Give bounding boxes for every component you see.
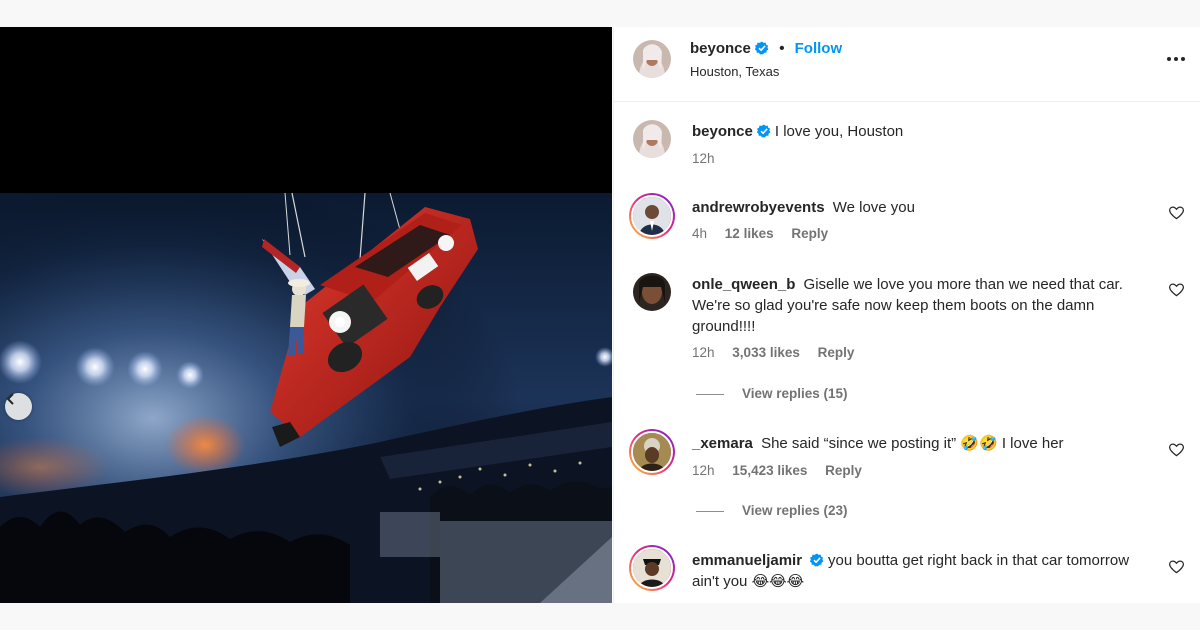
comment-username[interactable]: _xemara bbox=[692, 435, 753, 452]
comment-item: andrewrobyevents We love you 4h 12 likes… bbox=[614, 187, 1200, 257]
caption-text: I love you, Houston bbox=[774, 123, 904, 140]
view-replies-label: View replies (15) bbox=[742, 386, 848, 401]
avatar-image bbox=[633, 273, 671, 311]
caption-time[interactable]: 12h bbox=[692, 151, 715, 166]
separator-dot: • bbox=[779, 40, 785, 57]
comment-username[interactable]: onle_qween_b bbox=[692, 276, 795, 293]
like-heart-icon[interactable] bbox=[1169, 560, 1184, 574]
view-replies-label: View replies (23) bbox=[742, 503, 848, 518]
commenter-avatar[interactable] bbox=[633, 273, 671, 311]
reply-button[interactable]: Reply bbox=[818, 345, 855, 360]
author-avatar[interactable] bbox=[633, 40, 671, 78]
author-username[interactable]: beyonce bbox=[690, 40, 751, 57]
comment-meta: 12h 3,033 likes Reply bbox=[692, 345, 868, 360]
post-caption: beyonce I love you, Houston 12h bbox=[614, 111, 1200, 181]
instagram-post-dialog: beyonce • Follow Houston, Texas beyonce … bbox=[0, 27, 1200, 603]
comment-text-line: andrewrobyevents We love you bbox=[692, 197, 1152, 218]
comment-meta: 4h 12 likes Reply bbox=[692, 226, 842, 241]
post-location[interactable]: Houston, Texas bbox=[690, 64, 779, 79]
caption-username[interactable]: beyonce bbox=[692, 123, 753, 140]
avatar-image bbox=[633, 120, 671, 158]
post-photo bbox=[0, 27, 612, 603]
comment-time[interactable]: 12h bbox=[692, 345, 715, 360]
more-options-icon[interactable] bbox=[1164, 49, 1188, 69]
post-header: beyonce • Follow Houston, Texas bbox=[614, 27, 1200, 102]
comment-likes[interactable]: 12 likes bbox=[725, 226, 774, 241]
post-sidebar: beyonce • Follow Houston, Texas beyonce … bbox=[613, 27, 1200, 603]
comment-text: We love you bbox=[832, 199, 915, 216]
header-line: beyonce • Follow bbox=[690, 40, 842, 57]
like-heart-icon[interactable] bbox=[1169, 283, 1184, 297]
comment-item: _xemara She said “since we posting it” 🤣… bbox=[614, 423, 1200, 533]
avatar-frame bbox=[631, 431, 673, 473]
replies-divider bbox=[696, 510, 724, 512]
comment-item: onle_qween_b Giselle we love you more th… bbox=[614, 264, 1200, 404]
like-heart-icon[interactable] bbox=[1169, 206, 1184, 220]
avatar-image bbox=[633, 549, 671, 587]
commenter-avatar[interactable] bbox=[629, 429, 675, 475]
comment-item: emmanueljamir you boutta get right back … bbox=[614, 541, 1200, 603]
avatar-image bbox=[633, 433, 671, 471]
like-heart-icon[interactable] bbox=[1169, 443, 1184, 457]
caption-text-line: beyonce I love you, Houston bbox=[692, 121, 1152, 142]
view-replies-button[interactable]: View replies (15) bbox=[696, 386, 848, 401]
comment-text: She said “since we posting it” 🤣🤣 I love… bbox=[761, 435, 1064, 452]
verified-badge-icon bbox=[810, 553, 824, 567]
verified-badge-icon bbox=[755, 41, 769, 55]
caption-meta: 12h bbox=[692, 151, 729, 166]
avatar-frame bbox=[631, 547, 673, 589]
comment-time[interactable]: 12h bbox=[692, 463, 715, 478]
avatar-image bbox=[633, 197, 671, 235]
comment-username[interactable]: emmanueljamir bbox=[692, 552, 802, 569]
comment-username[interactable]: andrewrobyevents bbox=[692, 199, 825, 216]
comment-text-line: onle_qween_b Giselle we love you more th… bbox=[692, 274, 1152, 337]
comment-likes[interactable]: 3,033 likes bbox=[732, 345, 800, 360]
post-media bbox=[0, 27, 612, 603]
comment-likes[interactable]: 15,423 likes bbox=[732, 463, 807, 478]
reply-button[interactable]: Reply bbox=[791, 226, 828, 241]
commenter-avatar[interactable] bbox=[629, 545, 675, 591]
comment-time[interactable]: 4h bbox=[692, 226, 707, 241]
commenter-avatar[interactable] bbox=[629, 193, 675, 239]
avatar-image bbox=[633, 40, 671, 78]
replies-divider bbox=[696, 393, 724, 395]
verified-badge-icon bbox=[756, 124, 771, 138]
view-replies-button[interactable]: View replies (23) bbox=[696, 503, 848, 518]
previous-photo-button[interactable] bbox=[5, 393, 32, 420]
comment-text-line: _xemara She said “since we posting it” 🤣… bbox=[692, 433, 1152, 454]
comment-meta: 12h 15,423 likes Reply bbox=[692, 463, 876, 478]
reply-button[interactable]: Reply bbox=[825, 463, 862, 478]
caption-author-avatar[interactable] bbox=[633, 120, 671, 158]
avatar-frame bbox=[631, 195, 673, 237]
chevron-left-icon bbox=[6, 393, 14, 405]
follow-button[interactable]: Follow bbox=[795, 40, 843, 57]
comment-text-line: emmanueljamir you boutta get right back … bbox=[692, 550, 1152, 592]
